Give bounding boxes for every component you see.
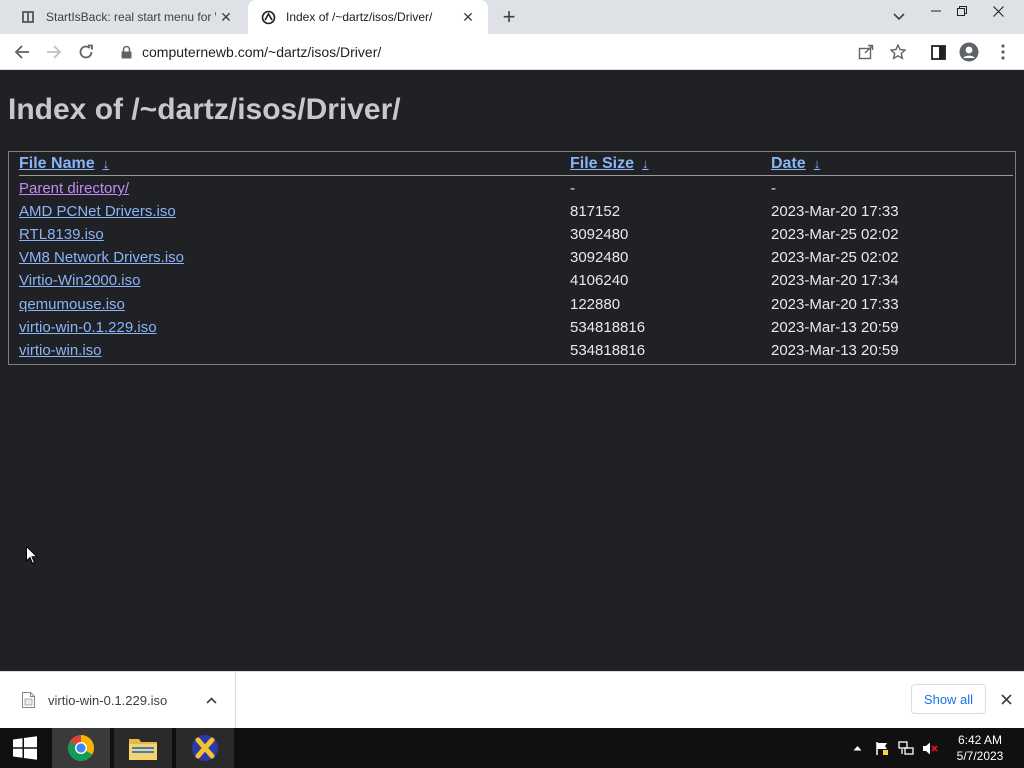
tab-strip: StartIsBack: real start menu for W ✕ Ind…: [0, 0, 1024, 34]
tab-index-driver[interactable]: Index of /~dartz/isos/Driver/ ✕: [248, 0, 488, 34]
file-size: 817152: [570, 203, 621, 220]
app-x-taskbar-icon[interactable]: [176, 728, 234, 768]
download-item[interactable]: virtio-win-0.1.229.iso: [0, 672, 236, 728]
sort-by-size-link[interactable]: File Size: [570, 155, 634, 172]
file-listing-table: File Name ↓ File Size ↓ Date ↓ Parent direc…: [8, 151, 1016, 365]
volume-muted-icon[interactable]: [922, 740, 938, 756]
page-favicon-icon: [260, 9, 276, 25]
file-link[interactable]: Parent directory/: [19, 180, 129, 197]
file-link[interactable]: AMD PCNet Drivers.iso: [19, 203, 176, 220]
file-link[interactable]: RTL8139.iso: [19, 226, 104, 243]
bookmark-star-icon[interactable]: [885, 39, 911, 65]
tab-close-icon[interactable]: ✕: [458, 7, 478, 27]
sort-arrow-icon[interactable]: ↓: [103, 156, 110, 171]
column-header-file-size[interactable]: File Size ↓: [570, 155, 649, 173]
table-row: RTL8139.iso 3092480 2023-Mar-25 02:02: [9, 223, 1015, 246]
file-size: 534818816: [570, 342, 646, 359]
mouse-pointer-icon: [26, 545, 39, 570]
column-header-file-name[interactable]: File Name ↓: [19, 155, 109, 173]
table-row: VM8 Network Drivers.iso 3092480 2023-Mar…: [9, 246, 1015, 269]
menu-kebab-icon[interactable]: [990, 39, 1016, 65]
table-row: AMD PCNet Drivers.iso 817152 2023-Mar-20…: [9, 200, 1015, 223]
file-link[interactable]: qemumouse.iso: [19, 296, 125, 313]
tab-title: Index of /~dartz/isos/Driver/: [286, 10, 433, 24]
file-link[interactable]: VM8 Network Drivers.iso: [19, 249, 184, 266]
file-date: 2023-Mar-20 17:33: [771, 203, 899, 220]
table-row: Virtio-Win2000.iso 4106240 2023-Mar-20 1…: [9, 269, 1015, 292]
table-row: virtio-win.iso 534818816 2023-Mar-13 20:…: [9, 339, 1015, 362]
start-button-windows-icon[interactable]: [0, 728, 50, 768]
table-row: virtio-win-0.1.229.iso 534818816 2023-Ma…: [9, 316, 1015, 339]
download-filename[interactable]: virtio-win-0.1.229.iso: [48, 693, 201, 708]
clock-date: 5/7/2023: [956, 749, 1004, 763]
side-panel-icon[interactable]: [925, 39, 951, 65]
file-explorer-taskbar-icon[interactable]: [114, 728, 172, 768]
address-bar[interactable]: computernewb.com/~dartz/isos/Driver/: [110, 38, 920, 66]
page-title: Index of /~dartz/isos/Driver/: [8, 93, 401, 126]
file-date: 2023-Mar-25 02:02: [771, 249, 899, 266]
reload-icon[interactable]: [73, 39, 99, 65]
file-size: 4106240: [570, 272, 629, 289]
page-content: Index of /~dartz/isos/Driver/ File Name ↓…: [0, 71, 1024, 671]
sort-arrow-icon[interactable]: ↓: [814, 156, 821, 171]
close-shelf-icon[interactable]: [996, 689, 1016, 709]
file-date: 2023-Mar-20 17:33: [771, 296, 899, 313]
system-clock[interactable]: 6:42 AM 5/7/2023: [950, 732, 1010, 764]
action-center-flag-icon[interactable]: [874, 740, 890, 756]
network-icon[interactable]: [898, 740, 914, 756]
sort-by-date-link[interactable]: Date: [771, 155, 806, 172]
file-size: 122880: [570, 296, 621, 313]
tab-startisback[interactable]: StartIsBack: real start menu for W ✕: [8, 0, 246, 34]
page-favicon-icon: [20, 9, 36, 25]
chevron-up-icon[interactable]: [201, 690, 221, 710]
clock-time: 6:42 AM: [957, 733, 1003, 747]
new-tab-plus-icon[interactable]: +: [496, 5, 522, 29]
url-text[interactable]: computernewb.com/~dartz/isos/Driver/: [142, 44, 381, 60]
show-all-button[interactable]: Show all: [911, 684, 986, 714]
file-date: 2023-Mar-25 02:02: [771, 226, 899, 243]
chrome-taskbar-icon[interactable]: [52, 728, 110, 768]
tab-title: StartIsBack: real start menu for W: [46, 10, 216, 24]
file-size: 3092480: [570, 226, 629, 243]
file-size: -: [570, 180, 575, 197]
file-date: 2023-Mar-13 20:59: [771, 319, 899, 336]
windows-taskbar: 6:42 AM 5/7/2023: [0, 728, 1024, 768]
download-shelf: virtio-win-0.1.229.iso Show all: [0, 671, 1024, 728]
restore-window-icon[interactable]: [944, 0, 980, 22]
file-link[interactable]: virtio-win-0.1.229.iso: [19, 319, 157, 336]
forward-arrow-icon[interactable]: [41, 39, 67, 65]
sort-by-name-link[interactable]: File Name: [19, 155, 95, 172]
file-date: 2023-Mar-13 20:59: [771, 342, 899, 359]
file-date: 2023-Mar-20 17:34: [771, 272, 899, 289]
file-link[interactable]: virtio-win.iso: [19, 342, 102, 359]
close-window-icon[interactable]: [980, 0, 1016, 22]
table-row: Parent directory/ - -: [9, 177, 1015, 200]
file-date: -: [771, 180, 776, 197]
share-icon[interactable]: [853, 39, 879, 65]
profile-avatar-icon[interactable]: [956, 39, 982, 65]
file-size: 3092480: [570, 249, 629, 266]
table-row: qemumouse.iso 122880 2023-Mar-20 17:33: [9, 293, 1015, 316]
tab-close-icon[interactable]: ✕: [216, 7, 236, 27]
column-header-date[interactable]: Date ↓: [771, 155, 820, 173]
header-divider: [19, 175, 1013, 176]
tab-search-chevron-icon[interactable]: [888, 6, 910, 28]
sort-arrow-icon[interactable]: ↓: [642, 156, 649, 171]
lock-icon[interactable]: [118, 44, 134, 60]
tray-overflow-chevron-icon[interactable]: [849, 740, 865, 756]
file-link[interactable]: Virtio-Win2000.iso: [19, 272, 140, 289]
file-size: 534818816: [570, 319, 646, 336]
back-arrow-icon[interactable]: [9, 39, 35, 65]
file-icon: [20, 691, 36, 709]
browser-toolbar: computernewb.com/~dartz/isos/Driver/: [0, 34, 1024, 70]
